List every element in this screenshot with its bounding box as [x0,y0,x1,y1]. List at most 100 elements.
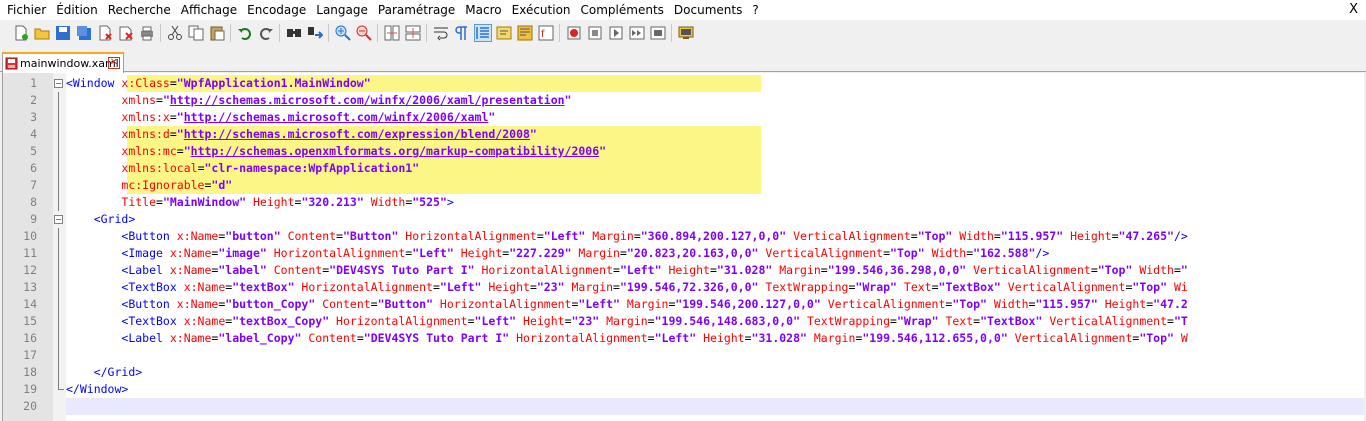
token-val: "DEV4SYS Tuto Part I" [363,331,510,345]
code-line[interactable]: 4 xmlns:d="http://schemas.microsoft.com/… [3,126,1364,143]
code-line[interactable]: 2 xmlns="http://schemas.microsoft.com/wi… [3,92,1364,109]
close-file-button[interactable] [97,25,113,41]
redo-button[interactable] [258,25,274,41]
print-button[interactable] [139,25,155,41]
function-list-icon: f [538,25,553,41]
token-url[interactable]: http://schemas.microsoft.com/winfx/2006/… [170,93,565,107]
code-line[interactable]: 10 <Button x:Name="button" Content="Butt… [3,228,1364,245]
fold-guide-line [58,279,59,296]
sync-vertical-button[interactable] [384,25,400,41]
code-line[interactable]: 12 <Label x:Name = "label" Content = "DEV4SY… [3,262,1364,279]
save-all-button[interactable] [76,25,92,41]
token-val: " [176,127,184,141]
code-area[interactable]: 1 <Window x:Class="WpfApplication1.MainWi… [3,75,1364,415]
code-line[interactable]: 14 <Button x:Name="button_Copy" Content=… [3,296,1364,313]
code-line[interactable]: 11 <Image x:Name = "image" HorizontalAlign… [3,245,1364,262]
menu-item-10[interactable]: Documents [669,0,747,20]
token-val: "320.213" [301,195,364,209]
tab-close-button[interactable]: ✕ [108,57,120,69]
token-url[interactable]: http://schemas.openxmlformats.org/markup… [191,144,600,158]
code-line[interactable]: 19 </Window> [3,381,1364,398]
show-all-chars-button[interactable] [454,25,470,41]
token-attr: VerticalAlignment [1042,314,1168,328]
undo-button[interactable] [237,25,253,41]
menu-item-3[interactable]: Affichage [176,0,242,20]
new-file-button[interactable] [13,25,29,41]
code-line[interactable]: 7 mc:Ignorable="d" [3,177,1364,194]
code-line[interactable]: 16 <Label x:Name="label_Copy" Content="D… [3,330,1364,347]
token-attr: VerticalAlignment [1007,331,1133,345]
menu-item-4[interactable]: Encodage [242,0,311,20]
code-line[interactable]: 9 <Grid> [3,211,1364,228]
save-button[interactable] [55,25,71,41]
token-url[interactable]: http://schemas.microsoft.com/winfx/2006/… [184,110,489,124]
stop-macro-button[interactable] [587,25,603,41]
menu-item-1[interactable]: Édition [51,0,103,20]
tab-mainwindow-xaml[interactable]: mainwindow.xaml ✕ [2,52,124,73]
menu-item-5[interactable]: Langage [311,0,373,20]
close-all-button[interactable] [118,25,134,41]
token-attr: Width [363,195,406,209]
fold-toggle-icon[interactable] [54,215,63,224]
open-file-button[interactable] [34,25,50,41]
token-plain: = [910,229,918,243]
token-url[interactable]: http://schemas.microsoft.com/expression/… [184,127,530,141]
code-line[interactable]: 15 <TextBox x:Name = "textBox_Copy" Horizo… [3,313,1364,330]
menu-item-2[interactable]: Recherche [103,0,176,20]
token-val: "199.546,72.326,0,0" [619,280,759,294]
paste-button[interactable] [209,25,225,41]
code-line[interactable]: 8 Title="MainWindow" Height="320.213" Wi… [3,194,1364,211]
user-language-button[interactable] [496,25,512,41]
code-line[interactable]: 1 <Window x:Class="WpfApplication1.MainWi… [3,75,1364,92]
menu-item-9[interactable]: Compléments [576,0,669,20]
token-plain: = [613,280,620,294]
token-attr: W [1173,331,1188,345]
code-line[interactable]: 17 [3,347,1364,364]
menu-item-0[interactable]: Fichier [2,0,51,20]
menu-item-7[interactable]: Macro [460,0,506,20]
menu-item-11[interactable]: ? [747,0,763,20]
code-line[interactable]: 6 xmlns:local="clr-namespace:WpfApplicat… [3,160,1364,177]
save-macro-button[interactable] [650,25,666,41]
cut-button[interactable] [167,25,183,41]
word-wrap-button[interactable] [433,25,449,41]
token-attr: Height [481,280,530,294]
token-val: "Left" [412,246,454,260]
close-document-button[interactable]: X [1349,0,1358,20]
code-editor[interactable]: 1 <Window x:Class="WpfApplication1.MainWi… [2,73,1364,421]
token-val: "Left" [578,297,620,311]
token-val: "image" [218,246,267,260]
fold-toggle-icon[interactable] [54,79,63,88]
token-plain: = [169,110,177,124]
open-file-icon [34,28,49,40]
replace-button[interactable] [307,25,323,41]
token-tag: <TextBox [121,314,184,328]
find-button[interactable] [286,25,302,41]
copy-button[interactable] [188,25,204,41]
run-macro-multiple-button[interactable] [629,25,645,41]
sync-horizontal-button[interactable] [405,25,421,41]
indent-guide-button[interactable] [473,24,492,42]
token-tag: <Grid> [93,212,136,226]
fold-guide-line [58,313,59,330]
code-line[interactable]: 3 xmlns:x="http://schemas.microsoft.com/… [3,109,1364,126]
code-line[interactable]: 5 xmlns:mc="http://schemas.openxmlformat… [3,143,1364,160]
token-val: "label" [218,263,267,277]
token-val: "label_Copy" [218,331,302,345]
play-macro-button[interactable] [608,25,624,41]
toolbar-separator [230,24,231,42]
monitor-button[interactable] [678,25,694,41]
zoom-out-button[interactable] [356,25,372,41]
code-line[interactable]: 20 [3,398,1364,415]
zoom-in-button[interactable] [335,25,351,41]
menu-item-6[interactable]: Paramétrage [373,0,460,20]
function-list-button[interactable]: f [538,25,554,41]
record-macro-button[interactable] [566,25,582,41]
code-line[interactable]: 18 </Grid> [3,364,1364,381]
code-line[interactable]: 13 <TextBox x:Name = "textBox" HorizontalA… [3,279,1364,296]
doc-map-button[interactable] [517,25,533,41]
menu-item-8[interactable]: Exécution [507,0,576,20]
